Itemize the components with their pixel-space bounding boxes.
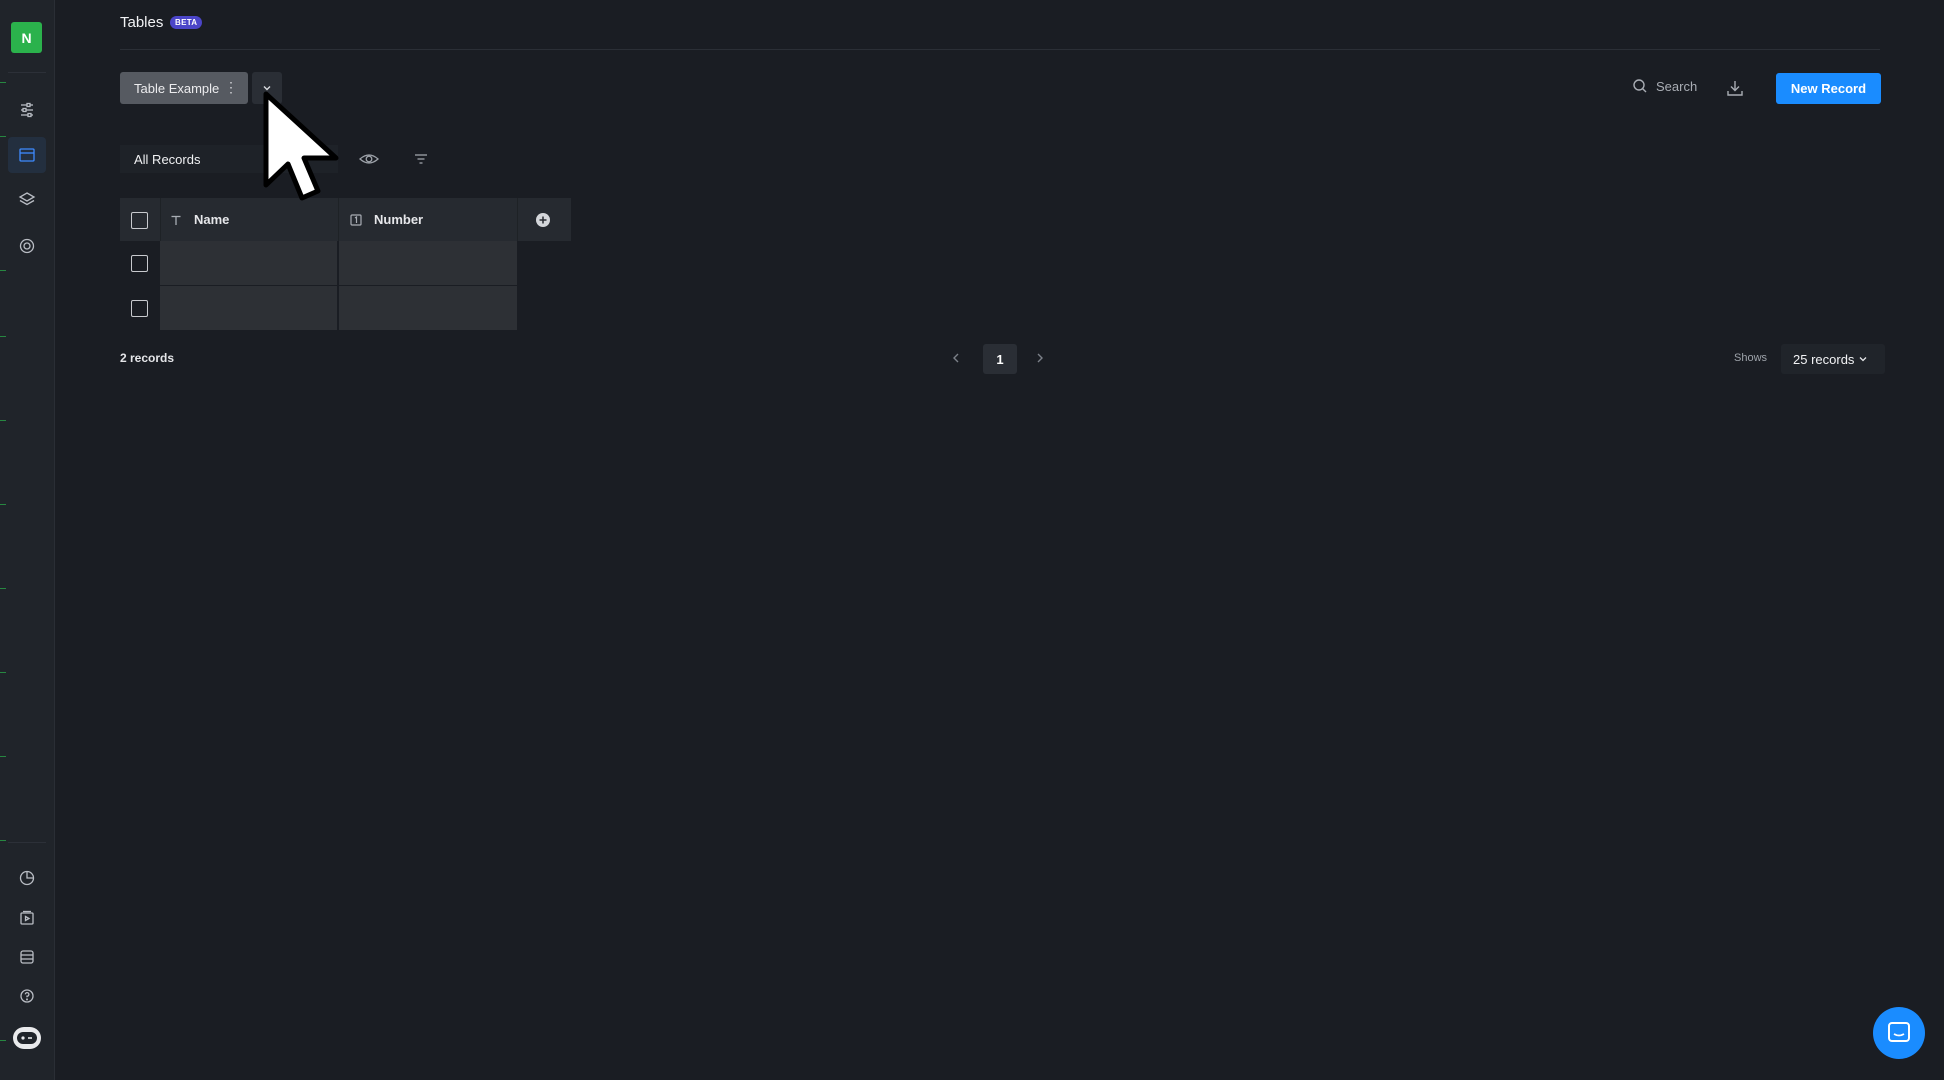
text-type-icon: [171, 215, 181, 225]
table-dropdown-button[interactable]: [252, 72, 282, 104]
sidebar-item-target[interactable]: [8, 228, 46, 264]
table-tab[interactable]: Table Example ⋮: [120, 72, 248, 104]
page-size-select[interactable]: 25 records: [1781, 344, 1885, 374]
beta-badge: BETA: [170, 16, 203, 29]
grid-header: Name Number: [120, 198, 571, 241]
sidebar-tick: [0, 270, 6, 271]
help-icon: [20, 989, 34, 1003]
bot-icon: [13, 1027, 41, 1049]
cell-name[interactable]: [160, 241, 337, 285]
sidebar-tick: [0, 588, 6, 589]
row-checkbox[interactable]: [131, 255, 148, 272]
filter-icon[interactable]: [412, 150, 430, 168]
view-select-label: All Records: [134, 151, 201, 167]
chevron-right-icon[interactable]: [1032, 350, 1048, 366]
sidebar-divider: [8, 72, 46, 73]
sidebar-item-tables[interactable]: [8, 137, 46, 173]
shows-label: Shows: [1734, 352, 1768, 364]
search-label: Search: [1656, 78, 1698, 94]
column-header-label: Name: [194, 212, 230, 227]
sliders-icon: [21, 102, 33, 118]
app-root: N Tables BETA Table Example ⋮ Search New…: [0, 0, 1944, 1080]
table-row[interactable]: [120, 286, 520, 331]
chat-icon: [1888, 1022, 1910, 1042]
number-type-icon: [350, 213, 362, 226]
media-icon: [20, 910, 34, 925]
search-icon: [1633, 79, 1647, 93]
page-size-value: 25 records: [1793, 351, 1855, 367]
column-divider: [338, 198, 339, 241]
pie-chart-icon: [19, 870, 35, 886]
sidebar-tick: [0, 82, 6, 83]
sidebar-item-help[interactable]: [8, 978, 46, 1014]
chat-launcher-button[interactable]: [1873, 1007, 1925, 1059]
view-select[interactable]: All Records: [120, 145, 338, 173]
target-icon: [19, 238, 35, 254]
sidebar-item-analytics[interactable]: [8, 860, 46, 896]
page-number-current[interactable]: 1: [983, 344, 1017, 374]
chevron-down-icon: [1859, 357, 1867, 362]
add-column-icon[interactable]: [535, 212, 551, 228]
sidebar-item-layers[interactable]: [8, 182, 46, 218]
table-tab-label: Table Example: [134, 80, 220, 96]
sidebar-item-assistant[interactable]: [8, 1020, 46, 1056]
column-divider: [517, 198, 518, 241]
column-header-number[interactable]: Number: [350, 198, 423, 241]
sidebar-tick: [0, 672, 6, 673]
cell-name[interactable]: [160, 286, 337, 330]
row-checkbox[interactable]: [131, 300, 148, 317]
page-header: Tables BETA: [120, 0, 1880, 50]
kebab-menu-icon[interactable]: ⋮: [224, 79, 238, 96]
select-all-checkbox[interactable]: [131, 212, 148, 229]
column-header-name[interactable]: Name: [170, 198, 229, 241]
sidebar-item-media[interactable]: [8, 900, 46, 936]
column-header-label: Number: [374, 212, 424, 227]
sidebar-tick: [0, 420, 6, 421]
sidebar-item-settings[interactable]: [8, 92, 46, 128]
sidebar-item-database[interactable]: [8, 939, 46, 975]
chevron-down-icon: [263, 86, 271, 91]
sidebar-tick: [0, 504, 6, 505]
record-count: 2 records: [120, 351, 175, 365]
workspace-logo[interactable]: N: [11, 22, 42, 53]
page-title: Tables: [120, 14, 164, 31]
database-icon: [20, 950, 34, 964]
new-record-button[interactable]: New Record: [1776, 73, 1881, 104]
search-button[interactable]: Search: [1632, 78, 1697, 94]
sidebar: N: [0, 0, 55, 1080]
sidebar-tick: [0, 756, 6, 757]
cell-number[interactable]: [339, 286, 517, 330]
sidebar-tick: [0, 840, 6, 841]
download-icon[interactable]: [1725, 78, 1745, 98]
chevron-left-icon[interactable]: [948, 350, 964, 366]
eye-icon[interactable]: [358, 150, 380, 168]
table-row[interactable]: [120, 241, 520, 286]
sidebar-tick: [0, 336, 6, 337]
table-icon: [19, 148, 35, 162]
sidebar-divider: [8, 842, 46, 843]
sidebar-tick: [0, 136, 6, 137]
cell-number[interactable]: [339, 241, 517, 285]
sidebar-tick: [0, 1040, 6, 1041]
layers-icon: [18, 192, 36, 206]
column-divider: [160, 198, 161, 241]
